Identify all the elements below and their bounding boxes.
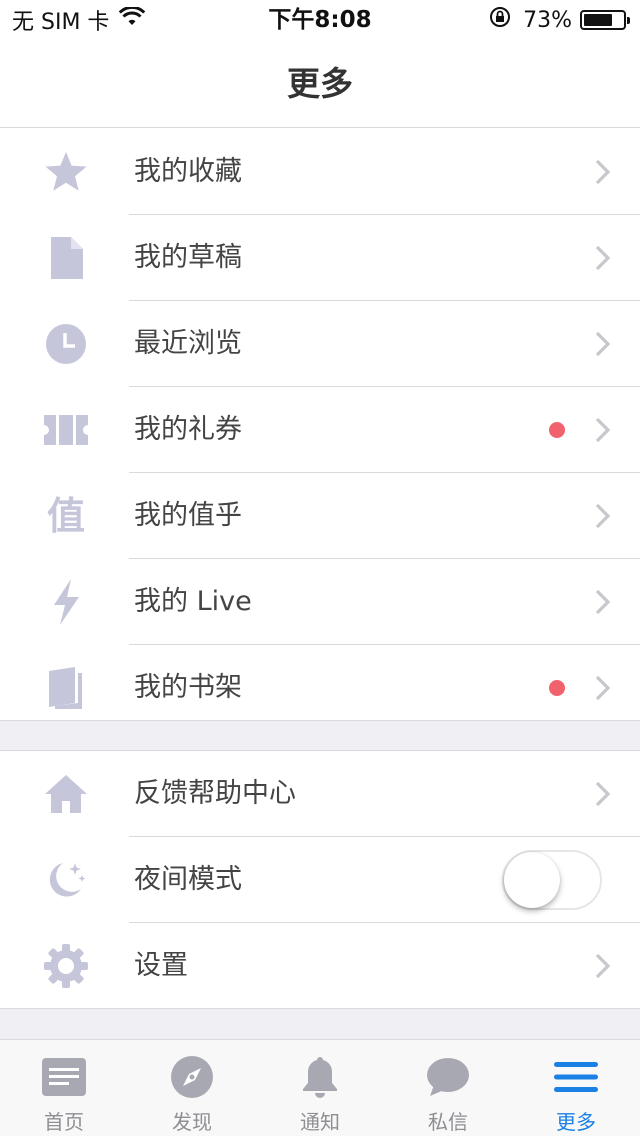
menu-item-favorites[interactable]: 我的收藏 <box>0 129 640 215</box>
section-gap <box>0 1009 640 1039</box>
book-icon <box>42 664 90 712</box>
notification-dot <box>549 422 565 438</box>
tab-more[interactable]: 更多 <box>512 1040 640 1136</box>
menu-item-drafts[interactable]: 我的草稿 <box>0 215 640 301</box>
tab-home[interactable]: 首页 <box>0 1040 128 1136</box>
menu-item-label: 反馈帮助中心 <box>134 778 296 809</box>
tab-label: 通知 <box>300 1110 340 1134</box>
bell-icon <box>297 1054 343 1100</box>
chat-bubble-icon <box>425 1054 471 1100</box>
page-title: 更多 <box>287 64 353 103</box>
tab-bar: 首页 发现 通知 私信 更多 <box>0 1039 640 1136</box>
chevron-right-icon <box>595 953 611 979</box>
menu-item-label: 我的 Live <box>134 586 252 617</box>
chevron-right-icon <box>595 159 611 185</box>
chevron-right-icon <box>595 503 611 529</box>
chevron-right-icon <box>595 245 611 271</box>
menu-item-label: 最近浏览 <box>134 328 242 359</box>
zhihu-value-glyph: 值 <box>46 494 85 538</box>
toggle-knob <box>504 852 560 908</box>
menu-item-settings[interactable]: 设置 <box>0 923 640 1009</box>
home-icon <box>42 770 90 818</box>
compass-icon <box>169 1054 215 1100</box>
menu-item-label: 我的草稿 <box>134 242 242 273</box>
section-gap <box>0 721 640 751</box>
chevron-right-icon <box>595 331 611 357</box>
battery-icon <box>580 10 630 30</box>
moon-icon <box>42 856 90 904</box>
menu-item-coupons[interactable]: 我的礼券 <box>0 387 640 473</box>
menu-item-label: 夜间模式 <box>134 864 242 895</box>
chevron-right-icon <box>595 417 611 443</box>
tab-label: 更多 <box>556 1110 596 1134</box>
nav-bar: 更多 <box>0 40 640 128</box>
rotation-lock-icon <box>489 6 511 34</box>
chevron-right-icon <box>595 781 611 807</box>
tab-messages[interactable]: 私信 <box>384 1040 512 1136</box>
menu-item-night-mode[interactable]: 夜间模式 <box>0 837 640 923</box>
menu-item-label: 我的值乎 <box>134 500 242 531</box>
document-icon <box>42 234 90 282</box>
menu-group-1: 我的收藏 我的草稿 最近浏览 我的礼券 值 我的值乎 我的 Live 我的书架 <box>0 129 640 721</box>
menu-item-zhihu-value[interactable]: 值 我的值乎 <box>0 473 640 559</box>
chevron-right-icon <box>595 675 611 701</box>
clock-icon <box>42 320 90 368</box>
menu-group-2: 反馈帮助中心 夜间模式 设置 <box>0 751 640 1009</box>
menu-item-label: 我的收藏 <box>134 156 242 187</box>
status-right: 73% <box>489 4 630 36</box>
tab-discover[interactable]: 发现 <box>128 1040 256 1136</box>
lightning-icon <box>42 578 90 626</box>
menu-item-bookshelf[interactable]: 我的书架 <box>0 645 640 731</box>
gear-icon <box>42 942 90 990</box>
battery-level <box>584 14 612 26</box>
menu-item-label: 设置 <box>134 950 188 981</box>
tab-label: 首页 <box>44 1110 84 1134</box>
tab-notifications[interactable]: 通知 <box>256 1040 384 1136</box>
status-bar: 无 SIM 卡 下午8:08 73% <box>0 0 640 40</box>
menu-item-live[interactable]: 我的 Live <box>0 559 640 645</box>
menu-icon <box>553 1054 599 1100</box>
star-icon <box>42 148 90 196</box>
menu-item-label: 我的书架 <box>134 672 242 703</box>
battery-percent: 73% <box>523 7 572 33</box>
ticket-icon <box>42 406 90 454</box>
menu-item-label: 我的礼券 <box>134 414 242 445</box>
tab-label: 私信 <box>428 1110 468 1134</box>
zhihu-value-icon: 值 <box>42 492 90 540</box>
feed-icon <box>41 1054 87 1100</box>
notification-dot <box>549 680 565 696</box>
menu-item-recent[interactable]: 最近浏览 <box>0 301 640 387</box>
night-mode-toggle[interactable] <box>502 850 602 910</box>
menu-item-help-center[interactable]: 反馈帮助中心 <box>0 751 640 837</box>
chevron-right-icon <box>595 589 611 615</box>
tab-label: 发现 <box>172 1110 212 1134</box>
